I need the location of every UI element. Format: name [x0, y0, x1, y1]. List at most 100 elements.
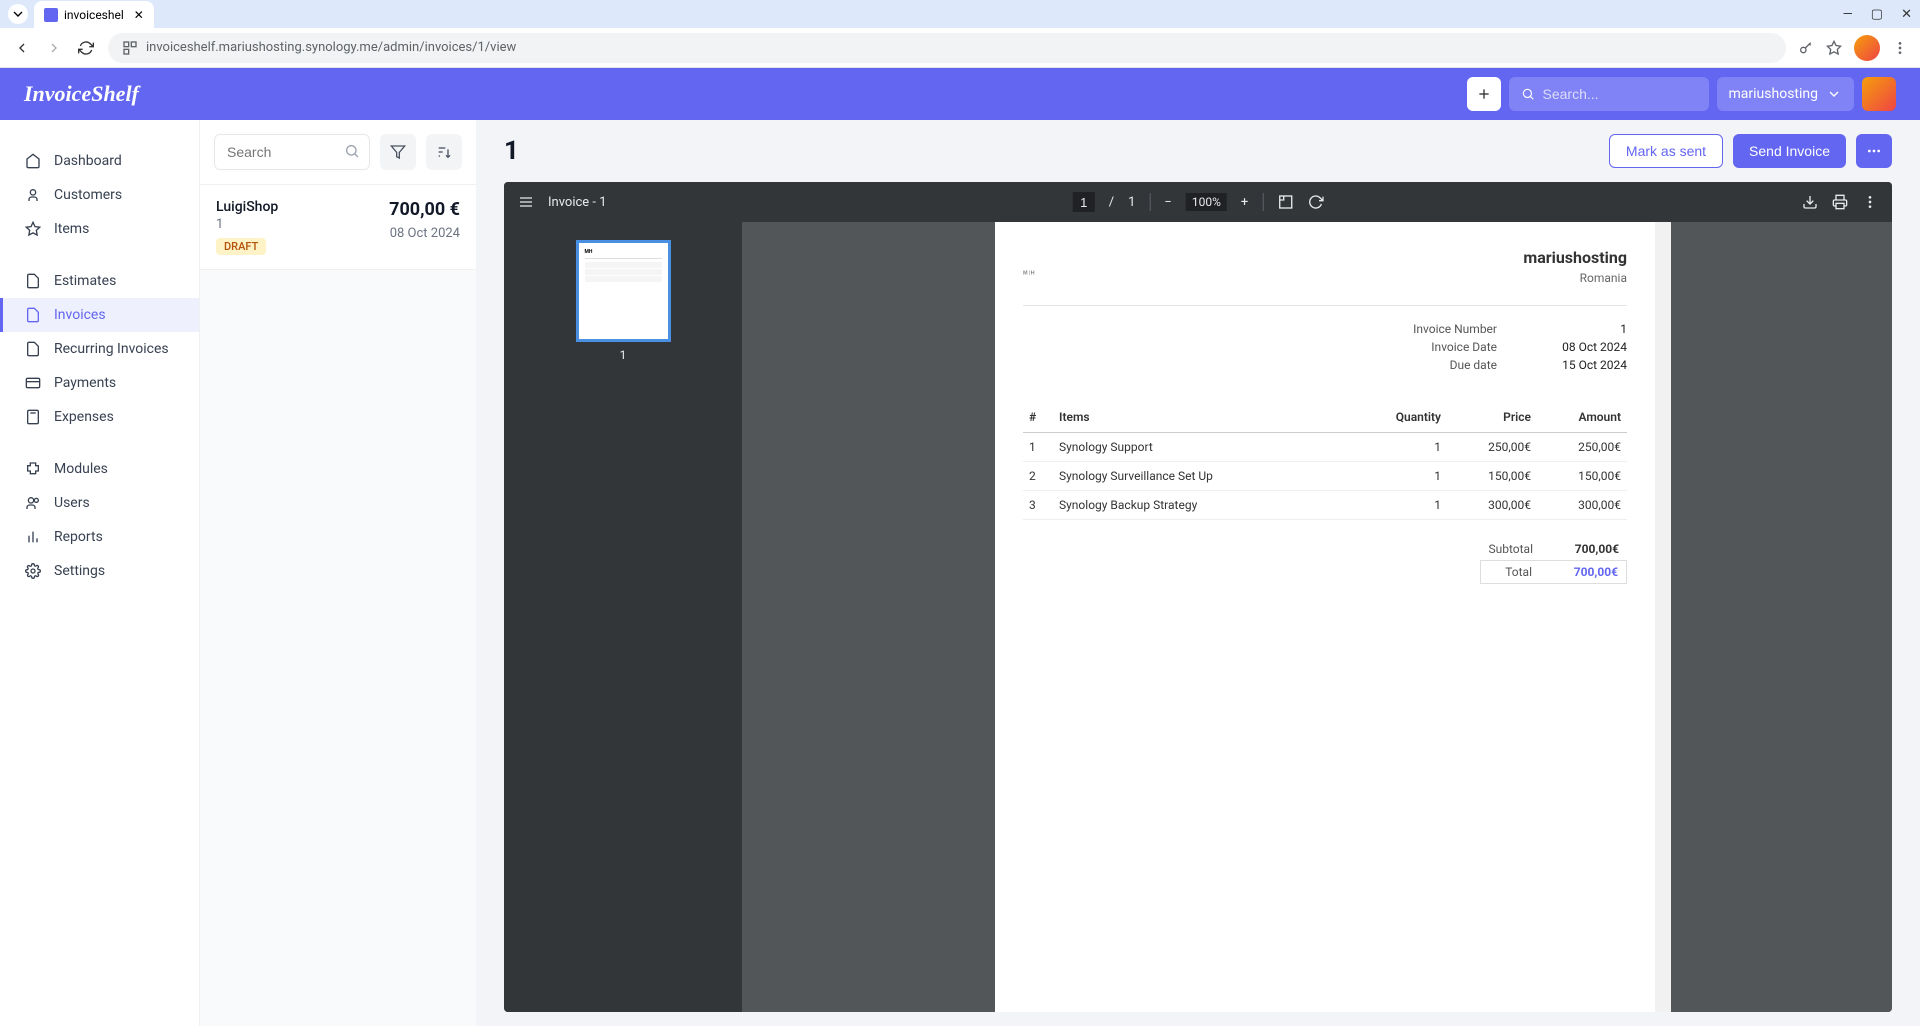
browser-toolbar: invoiceshelf.mariushosting.synology.me/a… [0, 28, 1920, 68]
subtotal-value: 700,00€ [1549, 542, 1619, 556]
sidebar-item-payments[interactable]: Payments [0, 366, 199, 400]
status-badge: DRAFT [216, 238, 266, 255]
bookmark-star-icon[interactable] [1826, 40, 1842, 56]
tab-close-icon[interactable]: ✕ [134, 8, 144, 22]
cell-price: 250,00€ [1447, 433, 1537, 462]
meta-label: Invoice Number [1413, 322, 1497, 336]
page-number-input[interactable] [1073, 192, 1095, 212]
sidebar-item-label: Modules [54, 461, 108, 477]
sidebar-item-expenses[interactable]: Expenses [0, 400, 199, 434]
tab-dropdown-button[interactable] [8, 4, 28, 24]
sidebar-item-items[interactable]: Items [0, 212, 199, 246]
invoice-date: 08 Oct 2024 [389, 226, 460, 241]
gear-icon [24, 563, 42, 579]
browser-tab-bar: invoiceshel ✕ — ▢ ✕ [0, 0, 1920, 28]
sidebar-item-users[interactable]: Users [0, 486, 199, 520]
company-name: mariushosting [1523, 248, 1627, 267]
sidebar-item-dashboard[interactable]: Dashboard [0, 144, 199, 178]
sidebar-item-estimates[interactable]: Estimates [0, 264, 199, 298]
sidebar-item-invoices[interactable]: Invoices [0, 298, 199, 332]
search-input[interactable] [1543, 86, 1697, 102]
cell-idx: 1 [1023, 433, 1053, 462]
send-invoice-button[interactable]: Send Invoice [1733, 134, 1846, 168]
sidebar-item-reports[interactable]: Reports [0, 520, 199, 554]
sidebar-item-settings[interactable]: Settings [0, 554, 199, 588]
cell-amount: 250,00€ [1537, 433, 1627, 462]
pdf-page-container[interactable]: MH mariushosting Romania Invoice Number1… [742, 222, 1892, 1012]
user-avatar[interactable] [1862, 77, 1896, 111]
chrome-menu-icon[interactable] [1892, 40, 1908, 56]
table-row: 1Synology Support1250,00€250,00€ [1023, 433, 1627, 462]
list-search [214, 134, 370, 170]
dots-icon [1866, 143, 1882, 159]
more-actions-button[interactable] [1856, 134, 1892, 168]
sidebar-item-customers[interactable]: Customers [0, 178, 199, 212]
key-icon[interactable] [1798, 40, 1814, 56]
site-settings-icon[interactable] [122, 40, 138, 56]
pdf-thumbnail[interactable]: MH [576, 240, 671, 342]
zoom-out-icon[interactable]: − [1164, 195, 1171, 210]
user-menu[interactable]: mariushosting [1717, 77, 1854, 111]
reload-icon[interactable] [76, 38, 96, 58]
invoice-logo: MH [1023, 248, 1039, 291]
scrollbar[interactable] [1655, 222, 1671, 1012]
add-button[interactable] [1467, 77, 1501, 111]
window-minimize-icon[interactable]: — [1843, 7, 1853, 22]
sidebar-item-modules[interactable]: Modules [0, 452, 199, 486]
window-maximize-icon[interactable]: ▢ [1871, 7, 1883, 22]
col-price: Price [1447, 402, 1537, 433]
invoice-items-table: # Items Quantity Price Amount 1Synology … [1023, 402, 1627, 520]
cell-name: Synology Backup Strategy [1053, 491, 1367, 520]
sidebar-item-label: Dashboard [54, 153, 122, 169]
download-icon[interactable] [1802, 194, 1818, 210]
col-items: Items [1053, 402, 1367, 433]
page-title: 1 [504, 136, 519, 166]
pdf-doc-title: Invoice - 1 [548, 195, 607, 210]
sidebar-item-label: Items [54, 221, 89, 237]
customer-name: LuigiShop [216, 199, 278, 215]
divider [1262, 193, 1263, 211]
window-close-icon[interactable]: ✕ [1901, 7, 1912, 22]
sidebar-toggle-icon[interactable] [518, 194, 534, 210]
profile-avatar[interactable] [1854, 35, 1880, 61]
address-bar[interactable]: invoiceshelf.mariushosting.synology.me/a… [108, 33, 1786, 63]
invoice-list-item[interactable]: LuigiShop 1 DRAFT 700,00 € 08 Oct 2024 [200, 185, 476, 270]
sidebar-item-label: Recurring Invoices [54, 341, 169, 357]
browser-tab[interactable]: invoiceshel ✕ [34, 1, 154, 29]
pdf-viewer: Invoice - 1 / 1 − 100% + [504, 182, 1892, 1012]
user-name: mariushosting [1729, 86, 1818, 102]
pdf-toolbar: Invoice - 1 / 1 − 100% + [504, 182, 1892, 222]
url-text: invoiceshelf.mariushosting.synology.me/a… [146, 40, 516, 55]
pdf-menu-icon[interactable] [1862, 194, 1878, 210]
meta-label: Invoice Date [1431, 340, 1497, 354]
app-logo[interactable]: InvoiceShelf [24, 81, 139, 107]
fit-page-icon[interactable] [1277, 194, 1293, 210]
global-search[interactable] [1509, 77, 1709, 111]
cell-qty: 1 [1367, 491, 1447, 520]
sidebar-item-recurring[interactable]: Recurring Invoices [0, 332, 199, 366]
search-icon [1521, 86, 1535, 102]
search-icon [344, 143, 360, 163]
col-qty: Quantity [1367, 402, 1447, 433]
invoice-number: 1 [216, 217, 278, 232]
mark-as-sent-button[interactable]: Mark as sent [1609, 134, 1723, 168]
zoom-level[interactable]: 100% [1186, 193, 1227, 211]
zoom-in-icon[interactable]: + [1241, 195, 1248, 210]
sidebar-item-label: Expenses [54, 409, 114, 425]
star-icon [24, 221, 42, 237]
rotate-icon[interactable] [1307, 194, 1323, 210]
content-area: 1 Mark as sent Send Invoice Invoice - 1 … [476, 120, 1920, 1026]
meta-label: Due date [1450, 358, 1497, 372]
sidebar-item-label: Estimates [54, 273, 116, 289]
invoice-list-panel: LuigiShop 1 DRAFT 700,00 € 08 Oct 2024 [200, 120, 476, 1026]
meta-value: 08 Oct 2024 [1547, 340, 1627, 354]
forward-icon[interactable] [44, 38, 64, 58]
svg-text:H: H [1031, 271, 1035, 277]
cell-price: 300,00€ [1447, 491, 1537, 520]
sort-button[interactable] [426, 134, 462, 170]
print-icon[interactable] [1832, 194, 1848, 210]
file-icon [24, 273, 42, 289]
back-icon[interactable] [12, 38, 32, 58]
filter-button[interactable] [380, 134, 416, 170]
sidebar-item-label: Users [54, 495, 90, 511]
